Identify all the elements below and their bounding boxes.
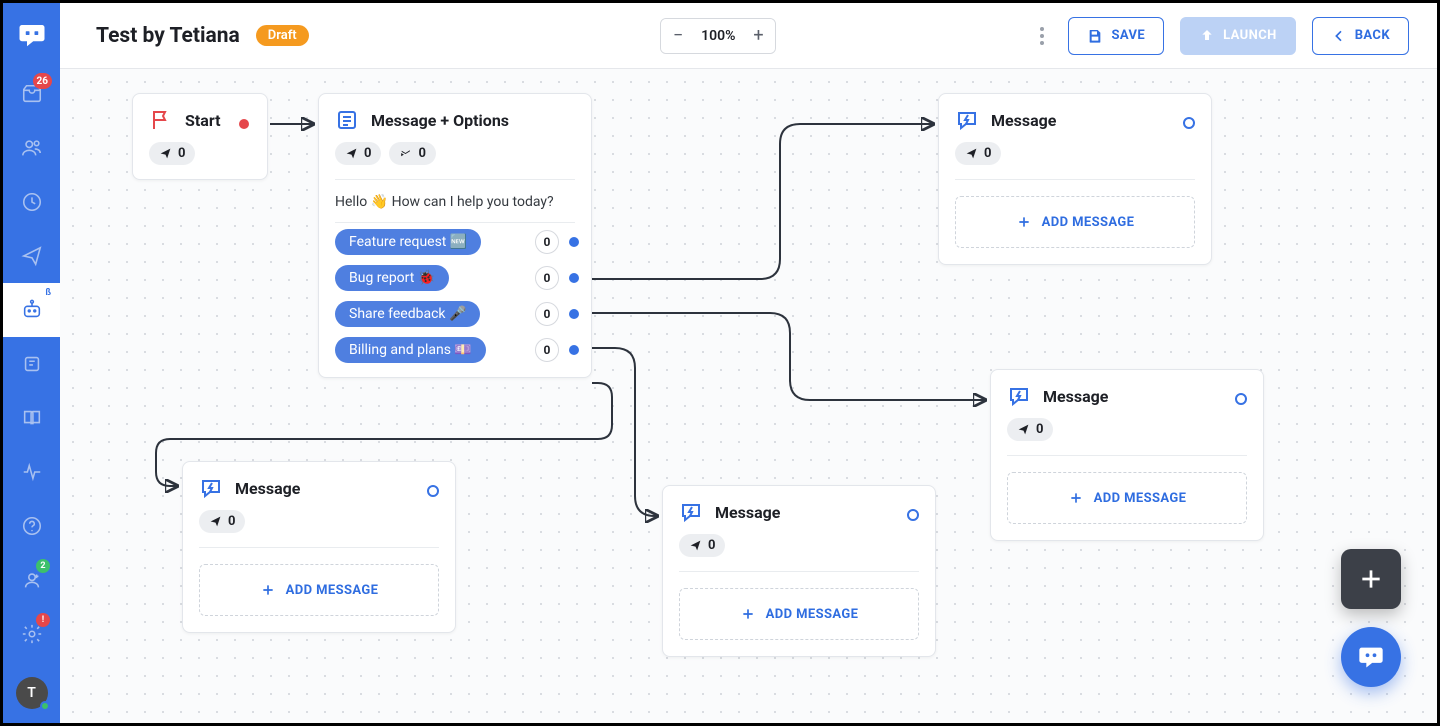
add-message-button[interactable]: ADD MESSAGE <box>679 588 919 640</box>
nav-chatbot[interactable]: ß <box>3 283 60 337</box>
top-header: Test by Tetiana Draft − 100% + SAVE LAUN… <box>60 3 1437 69</box>
nav-campaigns[interactable] <box>3 229 60 283</box>
nav-inbox[interactable]: 26 <box>3 67 60 121</box>
nav-knowledge[interactable] <box>3 337 60 391</box>
option-port[interactable] <box>569 273 579 283</box>
node-title: Message <box>715 503 780 522</box>
option-row[interactable]: Bug report 🐞 0 <box>335 265 579 291</box>
node-message[interactable]: Message 0 ADD MESSAGE <box>182 461 456 633</box>
option-row[interactable]: Billing and plans 💷 0 <box>335 337 579 363</box>
option-port[interactable] <box>569 345 579 355</box>
nav-help[interactable] <box>3 499 60 553</box>
node-body-text: Hello 👋 How can I help you today? <box>319 180 591 222</box>
node-message[interactable]: Message 0 ADD MESSAGE <box>938 93 1212 265</box>
chat-bolt-icon <box>955 108 979 132</box>
node-title: Message <box>991 111 1056 130</box>
add-node-fab[interactable] <box>1341 549 1401 609</box>
node-message[interactable]: Message 0 ADD MESSAGE <box>990 369 1264 541</box>
nav-history[interactable] <box>3 175 60 229</box>
node-port-icon[interactable] <box>427 485 439 497</box>
zoom-out-button[interactable]: − <box>661 19 695 53</box>
option-count: 0 <box>535 230 559 254</box>
options-list: Feature request 🆕 0 Bug report 🐞 0 Share… <box>319 223 591 377</box>
nav-settings[interactable]: ! <box>3 607 60 661</box>
node-port-icon[interactable] <box>907 509 919 521</box>
option-count: 0 <box>535 338 559 362</box>
node-start[interactable]: Start 0 <box>132 93 268 180</box>
node-title: Message + Options <box>371 111 509 130</box>
story-title: Test by Tetiana <box>96 24 240 48</box>
flow-canvas[interactable]: Start 0 Message + Options 0 0 <box>60 69 1437 723</box>
status-pill: Draft <box>256 25 309 46</box>
node-port-icon[interactable] <box>1183 117 1195 129</box>
inbox-badge: 26 <box>33 73 52 89</box>
node-message[interactable]: Message 0 ADD MESSAGE <box>662 485 936 657</box>
beta-badge: ß <box>42 287 54 299</box>
option-port[interactable] <box>569 237 579 247</box>
presence-dot <box>40 701 50 711</box>
sent-stat: 0 <box>1007 418 1053 441</box>
option-port[interactable] <box>569 309 579 319</box>
list-icon <box>335 108 359 132</box>
node-title: Message <box>235 479 300 498</box>
nav-activity[interactable] <box>3 445 60 499</box>
option-count: 0 <box>535 302 559 326</box>
node-message-options[interactable]: Message + Options 0 0 Hello 👋 How can I … <box>318 93 592 378</box>
option-row[interactable]: Feature request 🆕 0 <box>335 229 579 255</box>
avatar-initial: T <box>27 685 36 701</box>
nav-library[interactable] <box>3 391 60 445</box>
more-menu[interactable] <box>1032 19 1052 53</box>
app-logo[interactable] <box>3 3 60 67</box>
option-chip[interactable]: Share feedback 🎤 <box>335 301 480 327</box>
chat-bolt-icon <box>1007 384 1031 408</box>
nav-contacts[interactable] <box>3 121 60 175</box>
back-button[interactable]: BACK <box>1312 17 1409 55</box>
left-sidebar: 26 ß 2 ! <box>3 3 60 723</box>
add-message-button[interactable]: ADD MESSAGE <box>1007 472 1247 524</box>
flag-icon <box>149 108 173 132</box>
add-message-button[interactable]: ADD MESSAGE <box>955 196 1195 248</box>
node-title: Start <box>185 111 221 130</box>
chat-bolt-icon <box>199 476 223 500</box>
sent-stat: 0 <box>149 142 195 165</box>
option-chip[interactable]: Billing and plans 💷 <box>335 337 486 363</box>
sent-stat: 0 <box>335 142 381 165</box>
sent-stat: 0 <box>199 510 245 533</box>
sent-stat: 0 <box>955 142 1001 165</box>
chat-bolt-icon <box>679 500 703 524</box>
add-message-button[interactable]: ADD MESSAGE <box>199 564 439 616</box>
node-title: Message <box>1043 387 1108 406</box>
option-row[interactable]: Share feedback 🎤 0 <box>335 301 579 327</box>
node-port-icon[interactable] <box>1235 393 1247 405</box>
help-chat-fab[interactable] <box>1341 627 1401 687</box>
option-chip[interactable]: Bug report 🐞 <box>335 265 449 291</box>
start-port-icon <box>239 119 249 129</box>
sent-stat: 0 <box>679 534 725 557</box>
zoom-control: − 100% + <box>660 18 776 54</box>
user-avatar[interactable]: T <box>16 677 48 709</box>
zoom-value: 100% <box>695 28 741 44</box>
zoom-in-button[interactable]: + <box>741 19 775 53</box>
settings-alert-badge: ! <box>36 613 50 627</box>
team-badge: 2 <box>36 559 50 573</box>
nav-team[interactable]: 2 <box>3 553 60 607</box>
option-chip[interactable]: Feature request 🆕 <box>335 229 481 255</box>
launch-button[interactable]: LAUNCH <box>1180 17 1296 55</box>
save-button[interactable]: SAVE <box>1068 17 1164 55</box>
recv-stat: 0 <box>389 142 435 165</box>
option-count: 0 <box>535 266 559 290</box>
